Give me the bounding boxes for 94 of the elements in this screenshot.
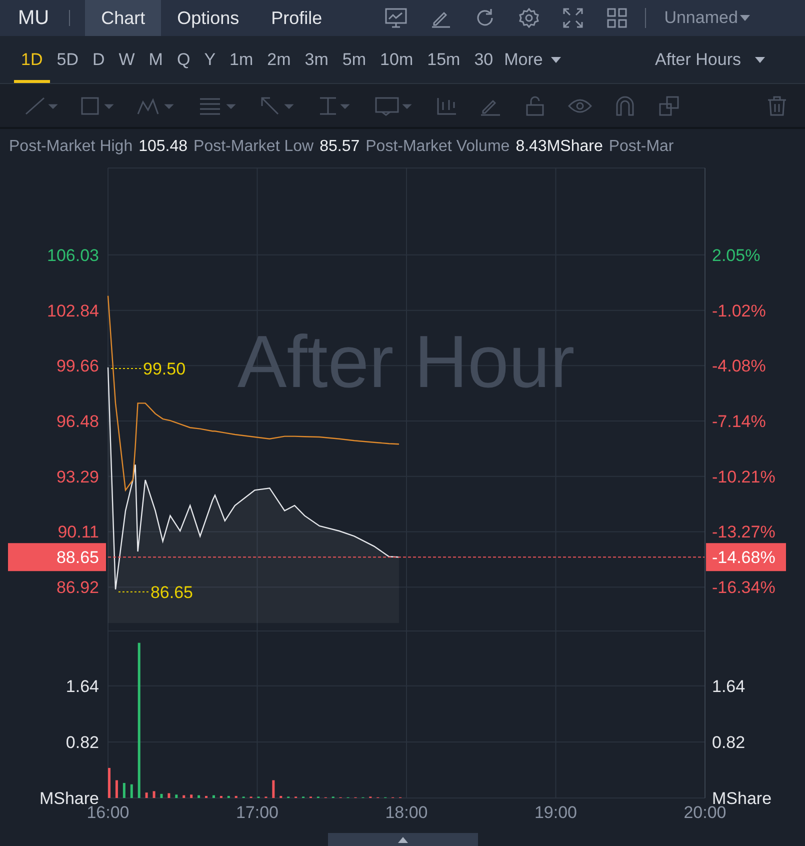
volume-bar [234, 796, 238, 798]
ref-line-label: 88.65 [56, 548, 99, 568]
stat-label: Post-Market High [9, 138, 133, 156]
volume-bar [205, 796, 208, 798]
more-menu[interactable]: More [500, 36, 565, 83]
volume-axis-label: 1.64 [66, 676, 99, 696]
ref-line: 88.65 [8, 543, 706, 572]
stat-label: Post-Mar [608, 138, 674, 156]
stat-value: 85.57 [320, 138, 360, 156]
volume-bar [122, 782, 126, 798]
period-tab[interactable]: 10m [373, 36, 420, 83]
tab[interactable]: Options [161, 0, 256, 36]
chart-icon[interactable] [385, 8, 408, 28]
annotation: 86.65 [150, 582, 194, 602]
volume-bar [130, 784, 133, 798]
volume-bar [145, 792, 148, 798]
price-axis-label: 102.84 [47, 301, 99, 320]
price-axis-label: 99.66 [56, 356, 99, 376]
volume-bar [280, 796, 282, 798]
settings-icon[interactable] [519, 8, 540, 28]
stat-value: 105.48 [138, 138, 188, 156]
current-change-tag: -14.68% [706, 543, 786, 572]
unlock-icon[interactable] [524, 96, 546, 116]
annotation: 99.50 [143, 359, 186, 378]
caret-up-icon [398, 837, 408, 843]
volume-bar [182, 795, 186, 798]
caret-icon [755, 56, 765, 62]
percent-axis-label: 2.05% [712, 246, 760, 265]
time-axis-label: 16:00 [86, 803, 130, 822]
period-tab[interactable]: W [112, 36, 142, 83]
tab[interactable]: Profile [255, 0, 338, 36]
percent-axis-label: -1.02% [712, 301, 766, 320]
magnet-icon[interactable] [614, 96, 636, 116]
session-menu[interactable]: After Hours [655, 36, 805, 83]
period-tab[interactable]: Y [197, 36, 223, 83]
rectangle-tool-icon[interactable] [80, 96, 114, 116]
measure-tool-icon[interactable] [318, 96, 352, 116]
layers-icon[interactable] [658, 96, 680, 116]
time-axis-label: 20:00 [684, 803, 726, 822]
text-tool-icon[interactable] [374, 96, 414, 116]
time-axis-label: 17:00 [236, 803, 279, 822]
trash-icon[interactable] [767, 96, 787, 116]
period-tab[interactable]: 5D [50, 36, 86, 83]
grid-icon[interactable] [607, 8, 628, 28]
volume-bar [220, 796, 222, 798]
stat-label: Post-Market Low [194, 138, 314, 156]
stat-value: 8.43MShare [516, 138, 603, 156]
volume-axis-label: 1.64 [712, 676, 746, 696]
period-tab[interactable]: 2m [260, 36, 298, 83]
volume-bar [198, 795, 200, 798]
percent-axis-label: -4.08% [712, 356, 766, 376]
volume-axis-label: 0.82 [66, 732, 99, 752]
scroll-handle[interactable] [328, 833, 478, 846]
time-axis-label: 19:00 [534, 803, 578, 822]
period-tab[interactable]: 30 [467, 36, 500, 83]
volume-bar [212, 795, 215, 798]
wave-tool-icon[interactable] [136, 96, 176, 116]
period-tab[interactable]: Q [170, 36, 198, 83]
percent-axis-label: -13.27% [712, 522, 776, 542]
period-tab[interactable]: 5m [335, 36, 374, 83]
volume-bar [108, 768, 110, 798]
tab[interactable]: Chart [85, 0, 162, 36]
volume-bar [115, 780, 118, 798]
caret-icon [550, 56, 561, 62]
volume-bar [190, 794, 193, 798]
volume-bar [152, 791, 156, 798]
price-axis-label: 90.11 [58, 522, 99, 542]
volume-bar [168, 793, 170, 798]
percent-axis-label: -16.34% [712, 578, 776, 598]
price-axis-label: 86.92 [56, 578, 99, 598]
volume-bar [160, 794, 163, 798]
fullscreen-icon[interactable] [563, 8, 584, 28]
time-axis-label: 18:00 [385, 803, 428, 822]
arrow-tool-icon[interactable] [260, 96, 296, 116]
period-tab[interactable]: D [85, 36, 112, 83]
period-tab[interactable]: M [142, 36, 170, 83]
volume-bar [272, 780, 275, 798]
layout-menu[interactable]: Unnamed [646, 8, 750, 28]
text-lines-tool-icon[interactable] [198, 96, 238, 116]
volume-bar [227, 796, 230, 798]
caret-icon [740, 15, 750, 21]
price-axis-label: 106.03 [47, 246, 99, 265]
percent-axis-label: -10.21% [712, 467, 776, 486]
volume-axis-label: 0.82 [712, 732, 746, 752]
period-tab[interactable]: 15m [420, 36, 468, 83]
period-tab[interactable]: 3m [298, 36, 336, 83]
period-tab[interactable]: 1m [222, 36, 260, 83]
stat-label: Post-Market Volume [366, 138, 510, 156]
line-tool-icon[interactable] [24, 96, 58, 116]
refresh-icon[interactable] [475, 8, 496, 28]
price-axis-label: 93.29 [56, 467, 99, 486]
percent-axis-label: -7.14% [712, 412, 766, 431]
volume-bar [175, 794, 178, 798]
price-axis-label: 96.48 [56, 412, 99, 431]
